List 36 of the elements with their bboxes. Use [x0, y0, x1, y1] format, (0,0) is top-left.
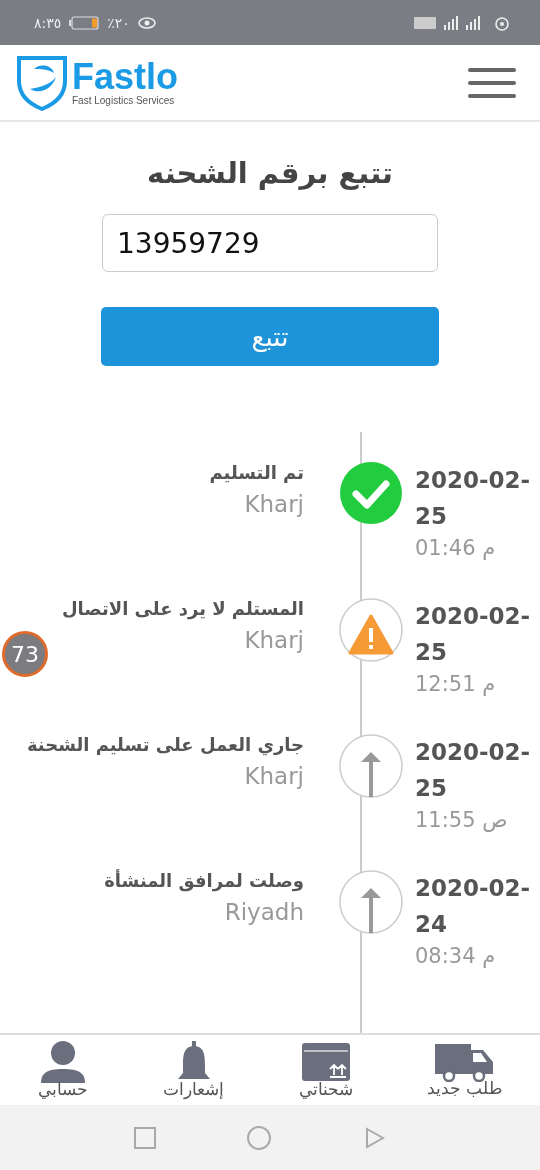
event-date: 2020-02-25 [415, 738, 532, 803]
event-city: Kharj [244, 491, 304, 517]
floating-counter-badge[interactable]: 73 [2, 631, 48, 677]
home-icon[interactable] [246, 1124, 272, 1151]
page-title: تتبع برقم الشحنه [147, 156, 393, 190]
shield-logo-icon [16, 54, 68, 111]
event-status: وصلت لمرافق المنشأة [104, 870, 304, 891]
battery-icon [69, 15, 100, 30]
event-status: تم التسليم [209, 462, 304, 483]
battery-percent: ٪٢٠ [107, 14, 130, 31]
logo-tagline: Fast Logistics Services [72, 95, 176, 106]
menu-icon [468, 65, 516, 100]
eye-icon [137, 16, 156, 29]
event-time: 11:55 ص [415, 808, 509, 832]
event-time: 08:34 م [415, 944, 497, 968]
event-city: Kharj [244, 627, 304, 653]
nav-tab[interactable]: طلب جديد [427, 1041, 503, 1099]
event-date: 2020-02-25 [415, 602, 532, 667]
menu-button[interactable] [468, 65, 516, 100]
event-time: 01:46 م [415, 536, 497, 560]
event-date: 2020-02-24 [415, 874, 532, 939]
box-icon [299, 1040, 352, 1083]
nav-tab[interactable]: إشعارات [163, 1040, 225, 1100]
event-status: المستلم لا يرد على الاتصال [61, 598, 304, 619]
tracking-number-field[interactable]: 13959729 [102, 214, 438, 272]
logo-name: Fastlo [72, 59, 178, 95]
recents-icon[interactable] [134, 1126, 156, 1149]
event-status: جاري العمل على تسليم الشحنة [26, 734, 304, 755]
nav-tab[interactable]: شحناتي [298, 1040, 353, 1100]
nav-tab[interactable]: حسابي [37, 1040, 90, 1100]
event-city: Riyadh [224, 899, 304, 925]
check-icon [340, 462, 402, 524]
event-date: 2020-02-25 [415, 466, 532, 531]
event-city: Kharj [244, 763, 304, 789]
clock: ٨:٣٥ [34, 14, 62, 31]
event-time: 12:51 م [415, 672, 497, 696]
